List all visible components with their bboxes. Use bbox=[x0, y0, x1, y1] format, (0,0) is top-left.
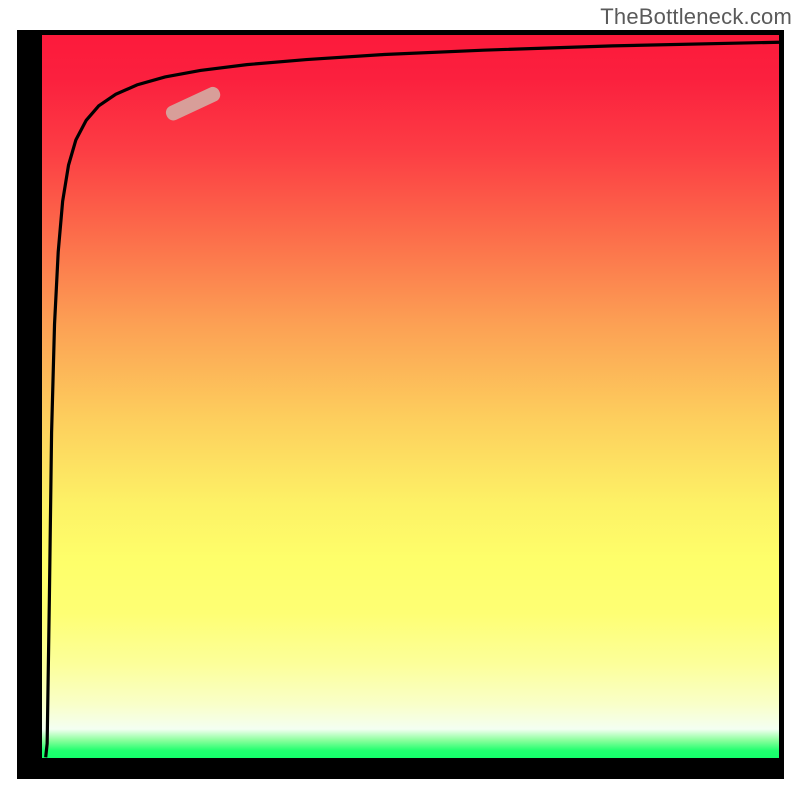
attribution-label: TheBottleneck.com bbox=[600, 4, 792, 30]
chart-container: TheBottleneck.com bbox=[0, 0, 800, 800]
curve-line bbox=[46, 42, 779, 757]
marker-pill bbox=[164, 85, 223, 123]
plot-border-right bbox=[779, 30, 784, 779]
plot-border-bottom bbox=[17, 758, 784, 779]
performance-curve bbox=[42, 35, 779, 758]
plot-border-left bbox=[17, 30, 42, 779]
